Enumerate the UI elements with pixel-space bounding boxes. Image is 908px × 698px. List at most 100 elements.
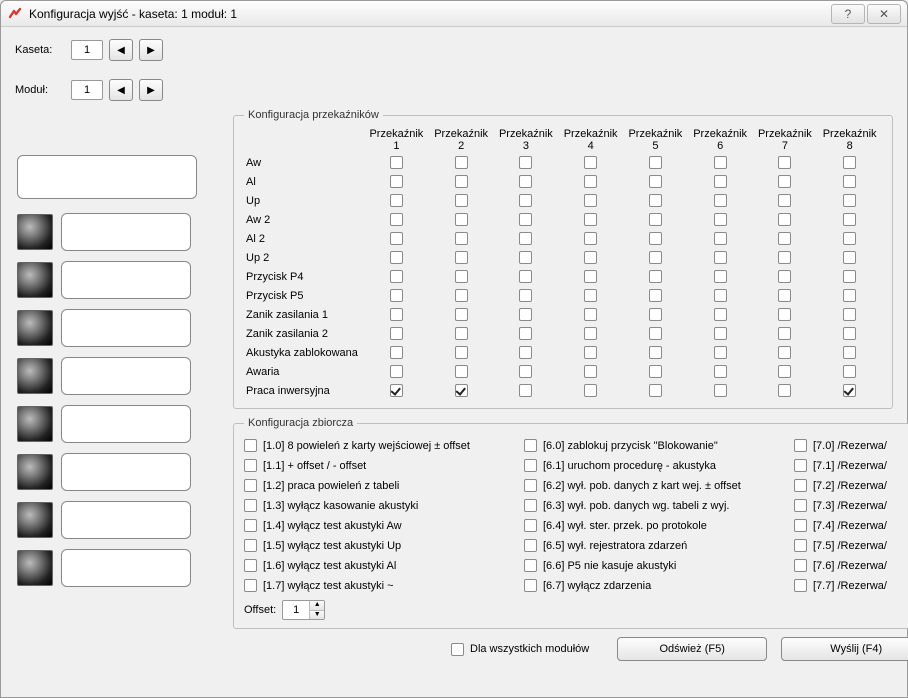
relay-checkbox[interactable] [843,289,856,302]
bulk-checkbox[interactable] [244,559,257,572]
bulk-option[interactable]: [6.4] wył. ster. przek. po protokole [524,519,784,532]
relay-checkbox[interactable] [519,289,532,302]
module-swatch[interactable] [17,454,53,490]
bulk-option[interactable]: [7.7] /Rezerwa/ [794,579,908,592]
module-field[interactable] [61,453,191,491]
bulk-option[interactable]: [6.7] wyłącz zdarzenia [524,579,784,592]
relay-checkbox[interactable] [584,308,597,321]
relay-checkbox[interactable] [390,384,403,397]
relay-checkbox[interactable] [584,327,597,340]
module-field[interactable] [61,309,191,347]
relay-checkbox[interactable] [649,213,662,226]
relay-checkbox[interactable] [519,156,532,169]
bulk-option[interactable]: [7.4] /Rezerwa/ [794,519,908,532]
bulk-checkbox[interactable] [524,519,537,532]
relay-checkbox[interactable] [455,384,468,397]
all-modules-checkbox[interactable] [451,643,464,656]
relay-checkbox[interactable] [778,346,791,359]
bulk-checkbox[interactable] [244,499,257,512]
relay-checkbox[interactable] [843,156,856,169]
bulk-option[interactable]: [6.1] uruchom procedurę - akustyka [524,459,784,472]
bulk-option[interactable]: [7.5] /Rezerwa/ [794,539,908,552]
modul-next-button[interactable]: ▶ [139,79,163,101]
module-swatch[interactable] [17,310,53,346]
relay-checkbox[interactable] [390,365,403,378]
bulk-checkbox[interactable] [524,499,537,512]
offset-spinner[interactable]: ▲ ▼ [282,600,325,620]
bulk-checkbox[interactable] [794,479,807,492]
bulk-checkbox[interactable] [524,579,537,592]
relay-checkbox[interactable] [584,175,597,188]
relay-checkbox[interactable] [584,346,597,359]
bulk-checkbox[interactable] [794,439,807,452]
module-field[interactable] [61,213,191,251]
relay-checkbox[interactable] [714,384,727,397]
relay-checkbox[interactable] [649,156,662,169]
modul-prev-button[interactable]: ◀ [109,79,133,101]
relay-checkbox[interactable] [390,251,403,264]
module-swatch[interactable] [17,406,53,442]
relay-checkbox[interactable] [390,346,403,359]
relay-checkbox[interactable] [390,327,403,340]
relay-checkbox[interactable] [390,156,403,169]
relay-checkbox[interactable] [584,194,597,207]
relay-checkbox[interactable] [649,289,662,302]
relay-checkbox[interactable] [584,213,597,226]
relay-checkbox[interactable] [584,270,597,283]
bulk-option[interactable]: [7.0] /Rezerwa/ [794,439,908,452]
relay-checkbox[interactable] [519,384,532,397]
module-field[interactable] [61,405,191,443]
relay-checkbox[interactable] [714,308,727,321]
relay-checkbox[interactable] [778,232,791,245]
relay-checkbox[interactable] [390,213,403,226]
relay-checkbox[interactable] [390,289,403,302]
relay-checkbox[interactable] [455,270,468,283]
relay-checkbox[interactable] [455,289,468,302]
relay-checkbox[interactable] [584,384,597,397]
relay-checkbox[interactable] [390,194,403,207]
relay-checkbox[interactable] [714,365,727,378]
bulk-checkbox[interactable] [794,519,807,532]
module-swatch[interactable] [17,358,53,394]
bulk-option[interactable]: [1.7] wyłącz test akustyki ~ [244,579,514,592]
relay-checkbox[interactable] [714,270,727,283]
relay-checkbox[interactable] [519,251,532,264]
relay-checkbox[interactable] [778,308,791,321]
relay-checkbox[interactable] [519,327,532,340]
relay-checkbox[interactable] [778,175,791,188]
relay-checkbox[interactable] [390,308,403,321]
relay-checkbox[interactable] [714,175,727,188]
relay-checkbox[interactable] [519,270,532,283]
relay-checkbox[interactable] [649,365,662,378]
bulk-checkbox[interactable] [524,459,537,472]
relay-checkbox[interactable] [714,251,727,264]
kaseta-value[interactable]: 1 [71,40,103,60]
bulk-option[interactable]: [7.6] /Rezerwa/ [794,559,908,572]
relay-checkbox[interactable] [455,251,468,264]
bulk-checkbox[interactable] [244,479,257,492]
relay-checkbox[interactable] [778,289,791,302]
relay-checkbox[interactable] [649,308,662,321]
relay-checkbox[interactable] [584,156,597,169]
relay-checkbox[interactable] [519,346,532,359]
relay-checkbox[interactable] [843,327,856,340]
relay-checkbox[interactable] [455,213,468,226]
relay-checkbox[interactable] [778,251,791,264]
relay-checkbox[interactable] [584,251,597,264]
relay-checkbox[interactable] [519,232,532,245]
relay-checkbox[interactable] [843,384,856,397]
bulk-option[interactable]: [1.6] wyłącz test akustyki Al [244,559,514,572]
module-swatch[interactable] [17,262,53,298]
relay-checkbox[interactable] [649,175,662,188]
offset-down-button[interactable]: ▼ [310,610,324,619]
module-header-field[interactable] [17,155,197,199]
relay-checkbox[interactable] [714,213,727,226]
bulk-option[interactable]: [7.2] /Rezerwa/ [794,479,908,492]
bulk-checkbox[interactable] [524,479,537,492]
relay-checkbox[interactable] [455,156,468,169]
relay-checkbox[interactable] [843,194,856,207]
relay-checkbox[interactable] [843,251,856,264]
relay-checkbox[interactable] [714,346,727,359]
relay-checkbox[interactable] [455,232,468,245]
relay-checkbox[interactable] [519,365,532,378]
